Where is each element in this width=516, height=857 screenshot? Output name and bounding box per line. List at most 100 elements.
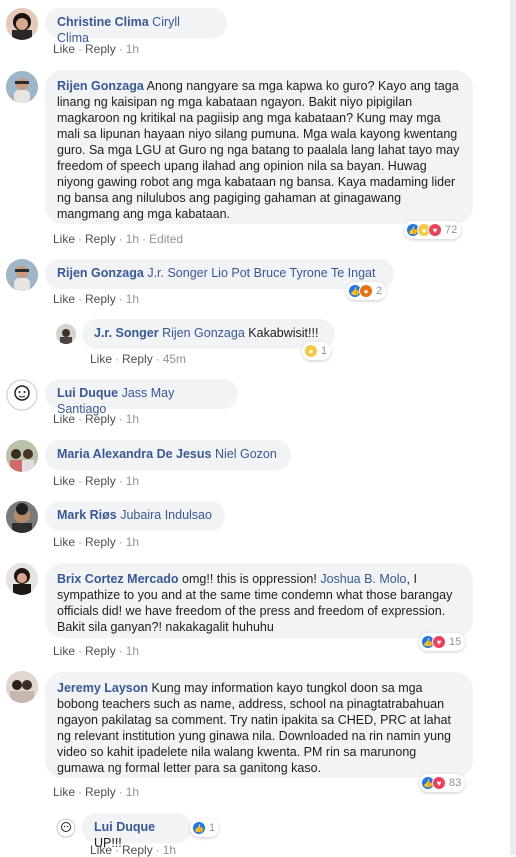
- separator: ·: [78, 535, 83, 549]
- comment-text: omg!! this is oppression!: [182, 572, 317, 586]
- tagged-user[interactable]: Jubaira Indulsao: [120, 508, 212, 522]
- comment-time[interactable]: 1h: [126, 535, 139, 549]
- like-link[interactable]: Like: [53, 535, 75, 549]
- separator: ·: [118, 474, 123, 488]
- separator: ·: [118, 42, 123, 56]
- comment-author[interactable]: Lui Duque: [57, 386, 118, 400]
- reply-link[interactable]: Reply: [85, 785, 116, 799]
- comment-time[interactable]: 1h: [126, 232, 139, 246]
- avatar[interactable]: [6, 671, 38, 703]
- reaction-count: 2: [376, 285, 383, 297]
- reply-link[interactable]: Reply: [85, 644, 116, 658]
- separator: ·: [118, 785, 123, 799]
- comment-author[interactable]: Mark Riøs: [57, 508, 117, 522]
- comment-time[interactable]: 45m: [163, 352, 186, 366]
- separator: ·: [115, 352, 120, 366]
- comment-author[interactable]: Brix Cortez Mercado: [57, 572, 179, 586]
- avatar[interactable]: [6, 71, 38, 103]
- separator: ·: [78, 412, 83, 426]
- tagged-user[interactable]: Rijen Gonzaga: [162, 326, 245, 340]
- like-link[interactable]: Like: [53, 785, 75, 799]
- reaction-count: 83: [449, 777, 462, 789]
- comment-actions: Like · Reply · 1h · Edited: [53, 232, 183, 246]
- comment-time[interactable]: 1h: [126, 644, 139, 658]
- comment-author[interactable]: Rijen Gonzaga: [57, 79, 144, 93]
- sad-icon: ●: [304, 344, 318, 358]
- comment-author[interactable]: Jeremy Layson: [57, 681, 148, 695]
- separator: ·: [78, 474, 83, 488]
- avatar[interactable]: [6, 259, 38, 291]
- like-link[interactable]: Like: [53, 42, 75, 56]
- reaction-summary[interactable]: 👍 ♥ 15: [419, 633, 466, 651]
- separator: ·: [78, 42, 83, 56]
- comment-time[interactable]: 1h: [126, 474, 139, 488]
- like-link[interactable]: Like: [53, 412, 75, 426]
- separator: ·: [78, 644, 83, 658]
- reply-link[interactable]: Reply: [85, 412, 116, 426]
- separator: ·: [142, 232, 147, 246]
- comment-bubble: Rijen Gonzaga Anong nangyare sa mga kapw…: [45, 70, 473, 224]
- edited-label[interactable]: Edited: [149, 232, 183, 246]
- reply-link[interactable]: Reply: [85, 42, 116, 56]
- like-link[interactable]: Like: [53, 644, 75, 658]
- avatar[interactable]: [56, 818, 76, 838]
- scroll-gutter: [510, 0, 516, 855]
- like-link[interactable]: Like: [53, 474, 75, 488]
- like-link[interactable]: Like: [90, 352, 112, 366]
- avatar[interactable]: [6, 440, 38, 472]
- reaction-summary[interactable]: 👍 ♥ 83: [419, 774, 466, 792]
- comment-actions: Like · Reply · 1h: [53, 535, 139, 549]
- comment-time[interactable]: 1h: [126, 42, 139, 56]
- tagged-user[interactable]: Niel Gozon: [215, 447, 277, 461]
- reply-link[interactable]: Reply: [85, 232, 116, 246]
- reaction-summary[interactable]: 👍 ● 2: [346, 282, 387, 300]
- comment-bubble: J.r. Songer Rijen Gonzaga Kakabwisit!!!: [82, 319, 335, 349]
- avatar[interactable]: [6, 563, 38, 595]
- comment-actions: Like · Reply · 1h: [53, 644, 139, 658]
- reaction-summary[interactable]: 👍 ● ♥ 72: [404, 221, 462, 239]
- tagged-user[interactable]: Joshua B. Molo: [320, 572, 406, 586]
- reaction-summary[interactable]: ● 1: [302, 342, 332, 360]
- reply-link[interactable]: Reply: [122, 352, 153, 366]
- reaction-summary[interactable]: 👍 1: [190, 819, 220, 837]
- comment-bubble: Christine Clima Ciryll Clima: [45, 8, 227, 45]
- separator: ·: [118, 644, 123, 658]
- reply-link[interactable]: Reply: [85, 474, 116, 488]
- comment-time[interactable]: 1h: [126, 292, 139, 306]
- comment-author[interactable]: Lui Duque: [94, 820, 155, 834]
- separator: ·: [78, 785, 83, 799]
- comment-author[interactable]: Christine Clima: [57, 15, 149, 29]
- comment-bubble: Rijen Gonzaga J.r. Songer Lio Pot Bruce …: [45, 259, 394, 289]
- reply-link[interactable]: Reply: [85, 535, 116, 549]
- comment-author[interactable]: Rijen Gonzaga: [57, 266, 144, 280]
- love-icon: ♥: [432, 635, 446, 649]
- comment-actions: Like · Reply · 1h: [53, 474, 139, 488]
- comment-bubble: Lui Duque UP!!!: [82, 813, 192, 850]
- comment-author[interactable]: Maria Alexandra De Jesus: [57, 447, 211, 461]
- avatar[interactable]: [6, 501, 38, 533]
- comment-bubble: Lui Duque Jass May Santiago: [45, 379, 238, 416]
- separator: ·: [78, 232, 83, 246]
- reaction-count: 1: [209, 822, 216, 834]
- avatar[interactable]: [6, 8, 38, 40]
- comment-text: Anong nangyare sa mga kapwa ko guro? Kay…: [57, 79, 460, 221]
- separator: ·: [118, 535, 123, 549]
- comment-text: Kung may information kayo tungkol doon s…: [57, 681, 452, 775]
- avatar[interactable]: [6, 379, 38, 411]
- tagged-user[interactable]: J.r. Songer Lio Pot Bruce Tyrone Te Inga…: [147, 266, 375, 280]
- comment-time[interactable]: 1h: [126, 785, 139, 799]
- reply-link[interactable]: Reply: [85, 292, 116, 306]
- comment-author[interactable]: J.r. Songer: [94, 326, 159, 340]
- separator: ·: [118, 292, 123, 306]
- comment-actions: Like · Reply · 1h: [53, 785, 139, 799]
- comment-bubble: Mark Riøs Jubaira Indulsao: [45, 501, 225, 531]
- like-link[interactable]: Like: [53, 292, 75, 306]
- comment-time[interactable]: 1h: [126, 412, 139, 426]
- love-icon: ♥: [428, 223, 442, 237]
- comment-actions: Like · Reply · 1h: [53, 42, 139, 56]
- comment-bubble: Brix Cortez Mercado omg!! this is oppres…: [45, 563, 473, 638]
- comment-bubble: Maria Alexandra De Jesus Niel Gozon: [45, 440, 291, 470]
- reaction-count: 15: [449, 636, 462, 648]
- avatar[interactable]: [56, 324, 76, 344]
- like-link[interactable]: Like: [53, 232, 75, 246]
